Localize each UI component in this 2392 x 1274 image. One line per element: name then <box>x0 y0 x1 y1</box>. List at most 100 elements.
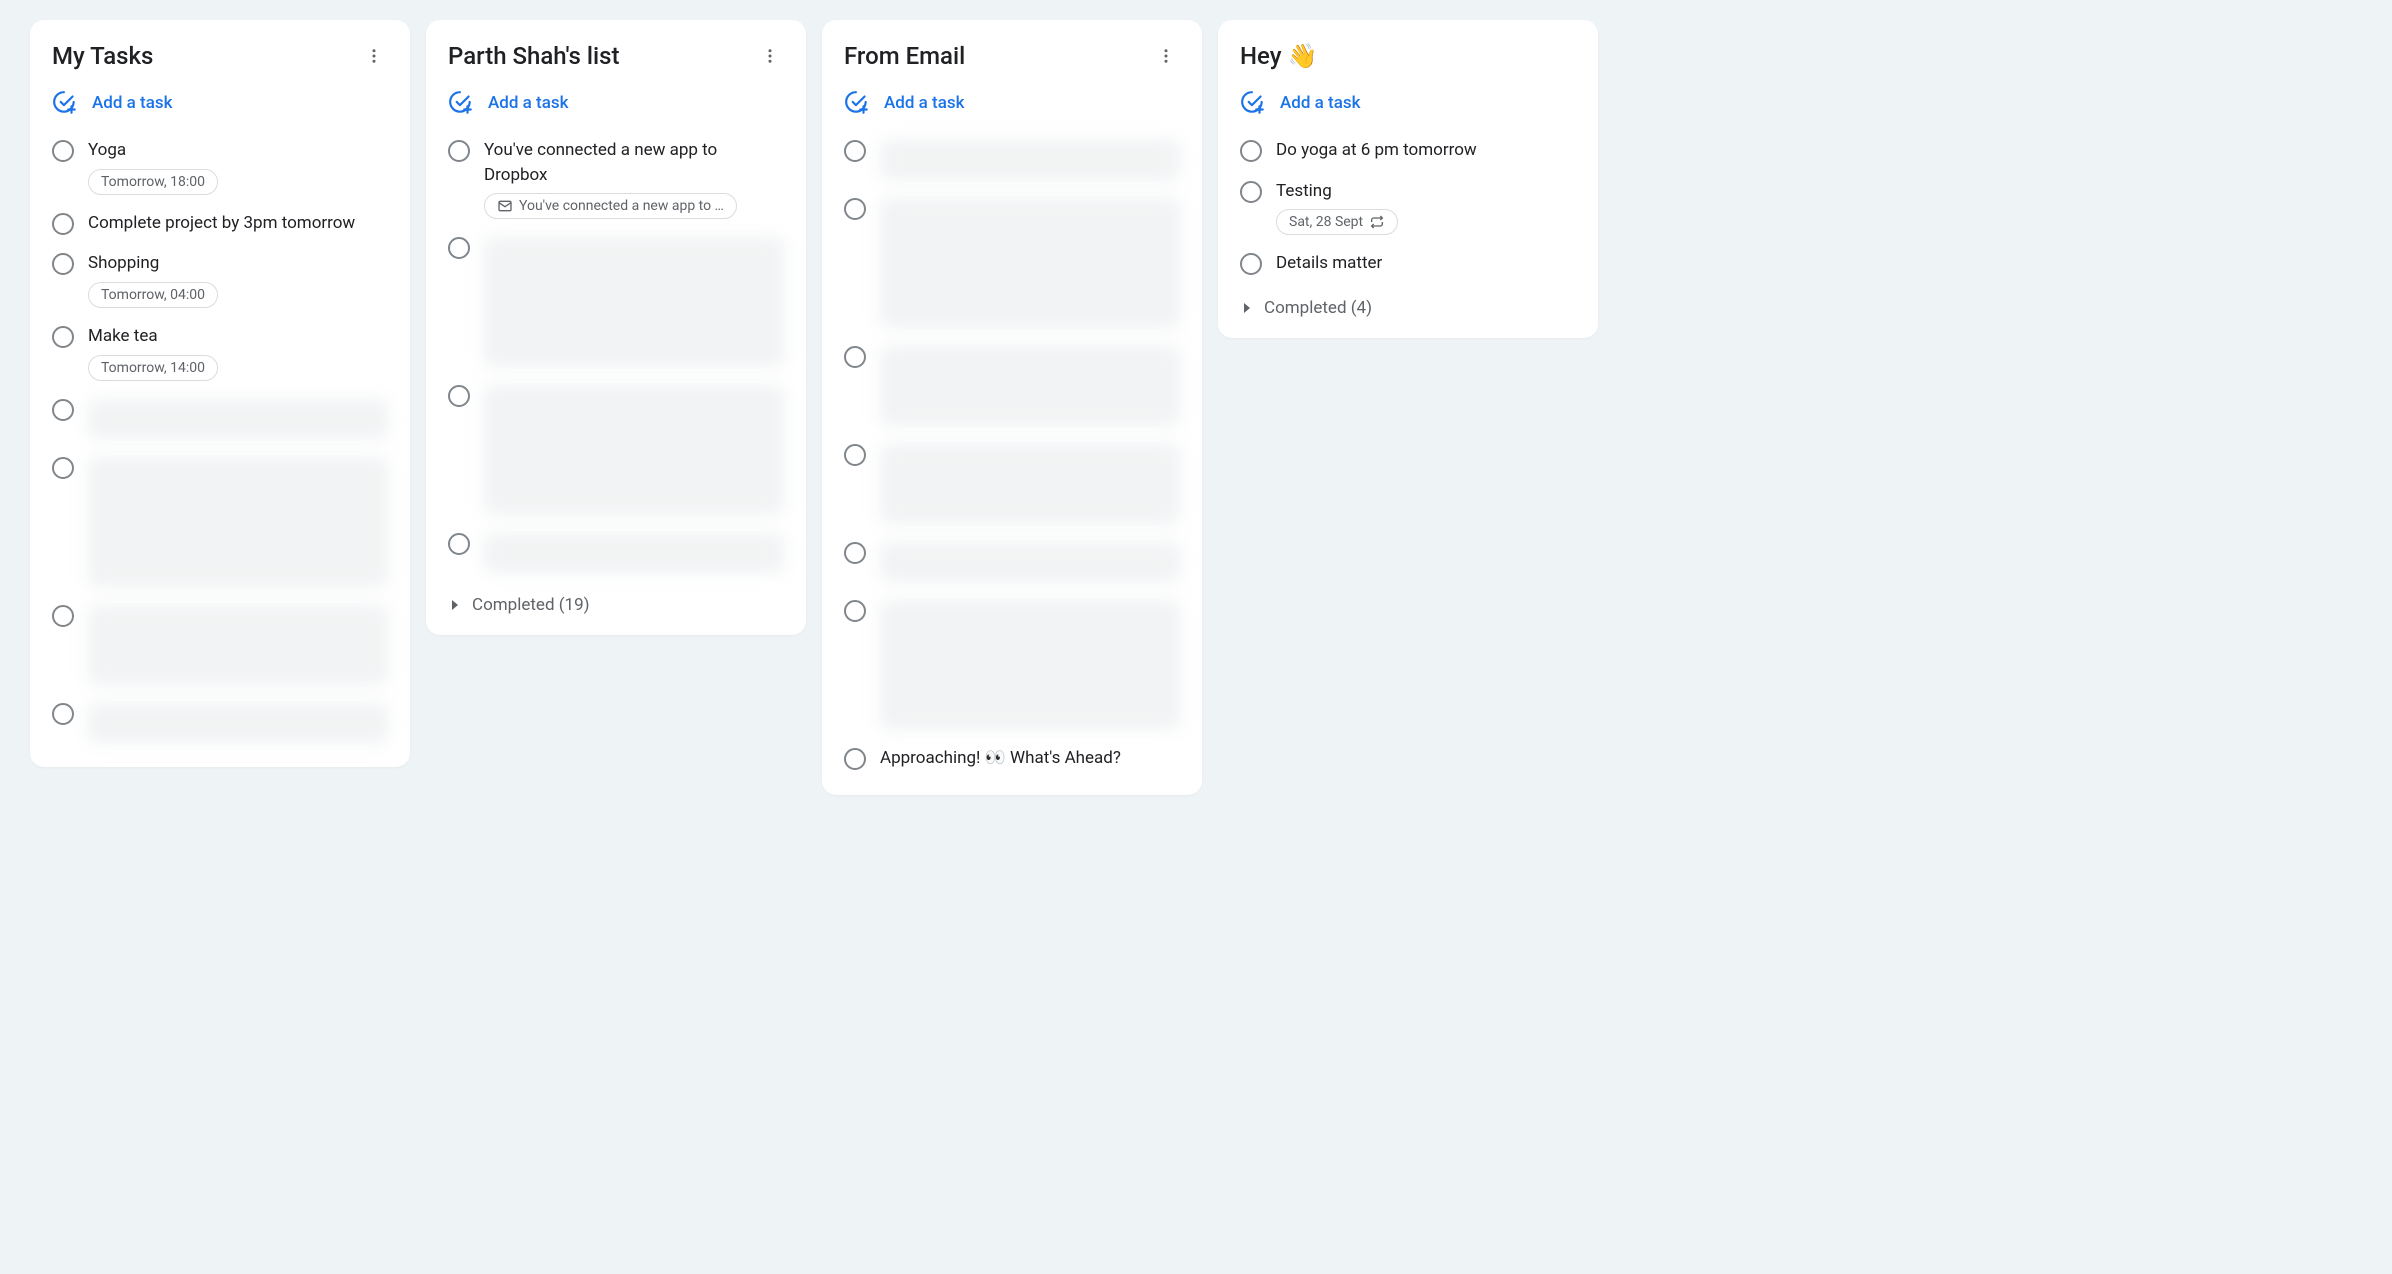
redacted-content <box>880 140 1180 180</box>
add-task-button[interactable]: Add a task <box>1224 84 1592 130</box>
task-complete-checkbox[interactable] <box>52 140 74 162</box>
task-complete-checkbox[interactable] <box>448 533 470 555</box>
list-header: Parth Shah's list <box>432 36 800 84</box>
task-title: Complete project by 3pm tomorrow <box>88 211 388 236</box>
task-complete-checkbox[interactable] <box>844 198 866 220</box>
task-row[interactable]: Complete project by 3pm tomorrow <box>36 203 404 244</box>
task-row[interactable] <box>828 188 1196 336</box>
add-task-icon <box>844 90 870 116</box>
task-row[interactable]: YogaTomorrow, 18:00 <box>36 130 404 203</box>
task-row[interactable]: Details matter <box>1224 243 1592 284</box>
chip-text: Tomorrow, 18:00 <box>101 174 205 190</box>
task-body: Testing Sat, 28 Sept <box>1276 179 1576 236</box>
task-row[interactable] <box>36 447 404 595</box>
task-body: Approaching! 👀 What's Ahead? <box>880 746 1180 771</box>
redacted-content <box>880 444 1180 524</box>
repeat-date-chip[interactable]: Sat, 28 Sept <box>1276 209 1398 235</box>
task-body <box>880 138 1180 180</box>
task-row[interactable] <box>432 375 800 523</box>
redacted-content <box>88 399 388 439</box>
task-complete-checkbox[interactable] <box>52 253 74 275</box>
task-complete-checkbox[interactable] <box>448 140 470 162</box>
add-task-button[interactable]: Add a task <box>828 84 1196 130</box>
task-complete-checkbox[interactable] <box>844 346 866 368</box>
task-body <box>88 397 388 439</box>
task-row[interactable]: You've connected a new app to DropboxYou… <box>432 130 800 227</box>
redacted-content <box>880 198 1180 328</box>
task-complete-checkbox[interactable] <box>844 748 866 770</box>
task-complete-checkbox[interactable] <box>448 385 470 407</box>
chip-text: You've connected a new app to … <box>519 198 724 214</box>
date-chip[interactable]: Tomorrow, 04:00 <box>88 282 218 308</box>
task-complete-checkbox[interactable] <box>844 140 866 162</box>
list-header: From Email <box>828 36 1196 84</box>
task-row[interactable]: Approaching! 👀 What's Ahead? <box>828 738 1196 779</box>
task-row[interactable]: Do yoga at 6 pm tomorrow <box>1224 130 1592 171</box>
task-row[interactable] <box>828 532 1196 590</box>
add-task-label: Add a task <box>92 93 172 113</box>
add-task-label: Add a task <box>1280 93 1360 113</box>
task-row[interactable] <box>828 336 1196 434</box>
task-row[interactable] <box>36 595 404 693</box>
task-body: Do yoga at 6 pm tomorrow <box>1276 138 1576 163</box>
redacted-content <box>880 600 1180 730</box>
list-title: Parth Shah's list <box>448 42 619 70</box>
task-row[interactable] <box>432 227 800 375</box>
task-row[interactable]: Testing Sat, 28 Sept <box>1224 171 1592 244</box>
vertical-dots-icon <box>761 47 779 65</box>
task-body <box>88 701 388 743</box>
completed-label: Completed (19) <box>472 595 590 615</box>
email-source-chip[interactable]: You've connected a new app to … <box>484 193 737 219</box>
task-complete-checkbox[interactable] <box>52 457 74 479</box>
add-task-icon <box>1240 90 1266 116</box>
more-options-button[interactable] <box>756 42 784 70</box>
date-chip[interactable]: Tomorrow, 14:00 <box>88 355 218 381</box>
task-row[interactable] <box>36 389 404 447</box>
task-body: Complete project by 3pm tomorrow <box>88 211 388 236</box>
task-complete-checkbox[interactable] <box>52 703 74 725</box>
task-complete-checkbox[interactable] <box>52 399 74 421</box>
task-body <box>880 442 1180 524</box>
list-title: Hey 👋 <box>1240 42 1317 70</box>
completed-toggle[interactable]: Completed (19) <box>432 581 800 619</box>
task-complete-checkbox[interactable] <box>52 605 74 627</box>
redacted-content <box>88 457 388 587</box>
completed-toggle[interactable]: Completed (4) <box>1224 284 1592 322</box>
redacted-content <box>484 533 784 573</box>
task-list-card: Hey 👋 Add a task Do yoga at 6 pm tomorrow T… <box>1218 20 1598 338</box>
task-complete-checkbox[interactable] <box>844 600 866 622</box>
task-row[interactable] <box>432 523 800 581</box>
more-options-button[interactable] <box>1152 42 1180 70</box>
task-complete-checkbox[interactable] <box>1240 140 1262 162</box>
task-complete-checkbox[interactable] <box>52 326 74 348</box>
task-title: Details matter <box>1276 251 1576 276</box>
task-row[interactable] <box>828 434 1196 532</box>
task-row[interactable] <box>828 590 1196 738</box>
task-body <box>484 235 784 367</box>
chip-text: Sat, 28 Sept <box>1289 214 1363 230</box>
task-complete-checkbox[interactable] <box>844 444 866 466</box>
repeat-icon <box>1369 214 1385 230</box>
task-body <box>88 455 388 587</box>
add-task-button[interactable]: Add a task <box>36 84 404 130</box>
task-title: Testing <box>1276 179 1576 204</box>
task-row[interactable]: Make teaTomorrow, 14:00 <box>36 316 404 389</box>
chip-text: Tomorrow, 04:00 <box>101 287 205 303</box>
more-options-button[interactable] <box>360 42 388 70</box>
task-complete-checkbox[interactable] <box>1240 253 1262 275</box>
task-complete-checkbox[interactable] <box>1240 181 1262 203</box>
task-row[interactable] <box>828 130 1196 188</box>
task-complete-checkbox[interactable] <box>844 542 866 564</box>
task-complete-checkbox[interactable] <box>448 237 470 259</box>
task-body <box>880 196 1180 328</box>
task-list-card: My TasksAdd a taskYogaTomorrow, 18:00Com… <box>30 20 410 767</box>
redacted-content <box>88 703 388 743</box>
task-list-card: Parth Shah's listAdd a taskYou've connec… <box>426 20 806 635</box>
add-task-button[interactable]: Add a task <box>432 84 800 130</box>
task-row[interactable]: ShoppingTomorrow, 04:00 <box>36 243 404 316</box>
add-task-icon <box>448 90 474 116</box>
task-row[interactable] <box>36 693 404 751</box>
task-complete-checkbox[interactable] <box>52 213 74 235</box>
task-body <box>88 603 388 685</box>
date-chip[interactable]: Tomorrow, 18:00 <box>88 169 218 195</box>
